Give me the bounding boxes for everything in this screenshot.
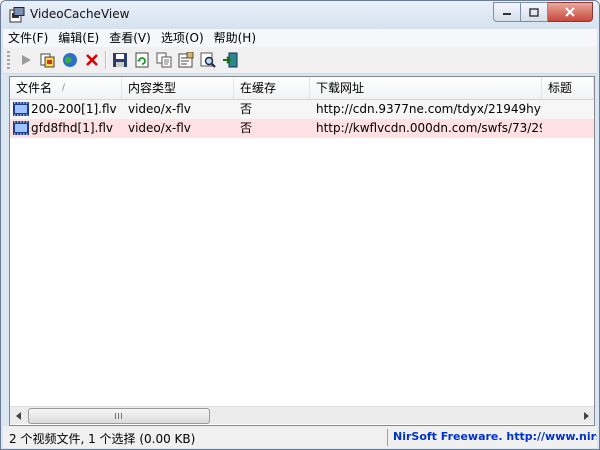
- column-header-in-cache[interactable]: 在缓存: [234, 77, 310, 99]
- status-count: 2 个视频文件, 1 个选择 (0.00 KB): [9, 432, 196, 446]
- refresh-icon: [135, 52, 149, 68]
- open-url-button[interactable]: [61, 51, 79, 69]
- cell-content-type: video/x-flv: [128, 102, 191, 116]
- menu-edit[interactable]: 编辑(E): [53, 29, 104, 47]
- status-bar: 2 个视频文件, 1 个选择 (0.00 KB) NirSoft Freewar…: [3, 426, 597, 448]
- table-row[interactable]: gfd8fhd[1].flv video/x-flv 否 http://kwfl…: [10, 119, 594, 138]
- properties-button[interactable]: [177, 51, 195, 69]
- cell-content-type: video/x-flv: [128, 121, 191, 135]
- menu-options[interactable]: 选项(O): [156, 29, 209, 47]
- find-button[interactable]: [199, 51, 217, 69]
- maximize-icon: [529, 7, 539, 17]
- play-icon: [22, 55, 31, 65]
- video-list[interactable]: 文件名 / 内容类型 在缓存 下载网址 标题 200-200[1].flv vi…: [9, 76, 595, 426]
- column-header-download-url[interactable]: 下载网址: [310, 77, 542, 99]
- video-file-icon: [13, 102, 29, 116]
- scroll-left-button[interactable]: [10, 407, 27, 424]
- copy-button[interactable]: [155, 51, 173, 69]
- scrollbar-thumb[interactable]: [28, 408, 210, 424]
- video-file-icon: [13, 121, 29, 135]
- menu-view[interactable]: 查看(V): [104, 29, 156, 47]
- globe-icon: [63, 53, 77, 67]
- title-bar[interactable]: VideoCacheView: [1, 1, 599, 29]
- column-header-content-type[interactable]: 内容类型: [122, 77, 234, 99]
- cell-filename: 200-200[1].flv: [31, 102, 117, 116]
- maximize-button[interactable]: [521, 2, 548, 22]
- column-label: 文件名: [16, 81, 53, 95]
- app-icon: [9, 7, 25, 23]
- copy-icon: [156, 52, 172, 68]
- toolbar-separator: [105, 51, 107, 69]
- close-icon: [565, 7, 575, 17]
- delete-icon: [86, 54, 98, 66]
- refresh-button[interactable]: [133, 51, 151, 69]
- find-icon: [200, 52, 216, 68]
- menu-file[interactable]: 文件(F): [3, 29, 53, 47]
- window-title: VideoCacheView: [30, 7, 130, 21]
- column-header-title[interactable]: 标题: [542, 77, 594, 99]
- table-row[interactable]: 200-200[1].flv video/x-flv 否 http://cdn.…: [10, 100, 594, 119]
- delete-button[interactable]: [83, 51, 101, 69]
- cell-in-cache: 否: [240, 121, 253, 135]
- properties-icon: [178, 52, 194, 68]
- toolbar: [3, 47, 597, 74]
- exit-icon: [223, 52, 238, 68]
- cell-in-cache: 否: [240, 102, 253, 116]
- menu-bar: 文件(F) 编辑(E) 查看(V) 选项(O) 帮助(H): [3, 29, 597, 47]
- arrow-right-icon: [583, 411, 589, 420]
- status-divider: [387, 429, 388, 446]
- minimize-button[interactable]: [493, 2, 521, 22]
- save-icon: [113, 53, 127, 67]
- play-button[interactable]: [17, 51, 35, 69]
- app-window: VideoCacheView 文件(F) 编辑(E) 查看(V) 选项(O) 帮…: [0, 0, 600, 450]
- minimize-icon: [503, 13, 511, 15]
- copy-files-button[interactable]: [39, 51, 57, 69]
- column-header-filename[interactable]: 文件名 /: [10, 77, 122, 99]
- toolbar-grip[interactable]: [7, 51, 10, 69]
- grip-icon: [115, 413, 123, 419]
- copy-files-icon: [40, 53, 55, 68]
- close-button[interactable]: [548, 2, 593, 22]
- list-header: 文件名 / 内容类型 在缓存 下载网址 标题: [10, 77, 594, 100]
- cell-download-url: http://kwflvcdn.000dn.com/swfs/73/295...: [316, 121, 542, 135]
- exit-button[interactable]: [221, 51, 239, 69]
- cell-download-url: http://cdn.9377ne.com/tdyx/21949hyryc...: [316, 102, 542, 116]
- save-button[interactable]: [111, 51, 129, 69]
- menu-help[interactable]: 帮助(H): [209, 29, 261, 47]
- horizontal-scrollbar[interactable]: [10, 406, 594, 424]
- nirsoft-link[interactable]: NirSoft Freeware. http://www.nirsoft.net: [393, 430, 597, 443]
- arrow-left-icon: [15, 411, 21, 420]
- cell-filename: gfd8fhd[1].flv: [31, 121, 114, 135]
- sort-indicator: /: [62, 83, 66, 93]
- scroll-right-button[interactable]: [577, 407, 594, 424]
